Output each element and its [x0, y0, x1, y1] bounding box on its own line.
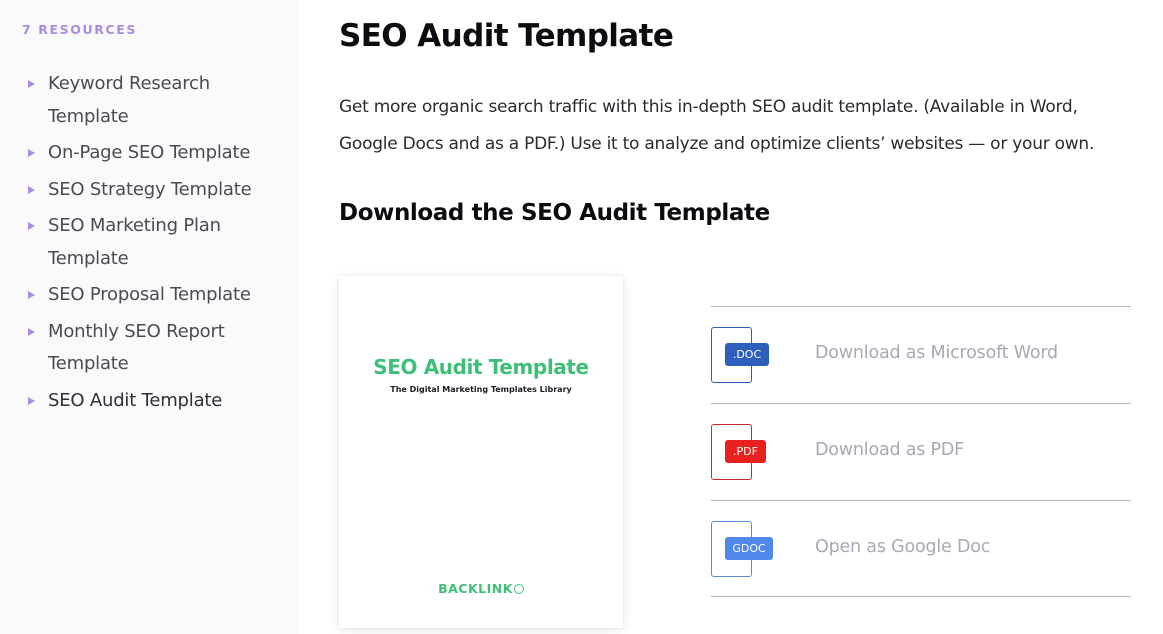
sidebar-item-label: On-Page SEO Template [48, 142, 251, 163]
triangle-bullet-icon [28, 149, 35, 157]
file-type-badge: .PDF [725, 440, 766, 463]
sidebar-item-seo-strategy[interactable]: SEO Strategy Template [0, 174, 297, 207]
sidebar-item-seo-audit[interactable]: SEO Audit Template [0, 385, 297, 418]
triangle-bullet-icon [28, 327, 35, 336]
google-doc-icon: GDOC [711, 521, 773, 577]
template-cover-preview: SEO Audit Template The Digital Marketing… [339, 276, 623, 628]
cover-subtitle: The Digital Marketing Templates Library [390, 385, 572, 394]
triangle-bullet-icon [28, 291, 35, 299]
open-google-doc-link[interactable]: GDOC Open as Google Doc [711, 500, 1131, 597]
resource-list: Keyword Research Template On-Page SEO Te… [0, 68, 297, 421]
word-doc-icon: .DOC [711, 327, 771, 383]
sidebar-item-on-page-seo[interactable]: On-Page SEO Template [0, 137, 297, 170]
sidebar-item-keyword-research[interactable]: Keyword Research Template [0, 68, 297, 133]
logo-circle-icon [513, 584, 524, 594]
triangle-bullet-icon [28, 396, 35, 405]
download-label: Download as Microsoft Word [815, 343, 1058, 363]
logo-text: BACKLINK [438, 581, 513, 596]
download-section-title: Download the SEO Audit Template [339, 200, 770, 226]
sidebar-item-label: SEO Proposal Template [48, 284, 251, 305]
sidebar-item-label: SEO Marketing Plan Template [48, 215, 221, 269]
sidebar-item-label: SEO Strategy Template [48, 178, 252, 200]
download-options: .DOC Download as Microsoft Word .PDF Dow… [711, 306, 1131, 597]
backlinko-logo: BACKLINK [339, 581, 623, 596]
intro-paragraph: Get more organic search traffic with thi… [339, 97, 1095, 154]
sidebar-item-label: Keyword Research Template [48, 73, 210, 127]
download-word-link[interactable]: .DOC Download as Microsoft Word [711, 306, 1131, 403]
sidebar-item-seo-proposal[interactable]: SEO Proposal Template [0, 279, 297, 312]
sidebar: 7 RESOURCES Keyword Research Template On… [0, 0, 297, 634]
page-title: SEO Audit Template [339, 18, 674, 54]
resources-count-heading: 7 RESOURCES [22, 22, 137, 37]
cover-title: SEO Audit Template [373, 355, 589, 379]
file-type-badge: .DOC [725, 343, 769, 366]
triangle-bullet-icon [28, 222, 35, 230]
download-label: Open as Google Doc [815, 537, 991, 557]
triangle-bullet-icon [28, 185, 35, 194]
file-type-badge: GDOC [725, 537, 773, 560]
sidebar-item-seo-marketing-plan[interactable]: SEO Marketing Plan Template [0, 210, 297, 275]
sidebar-item-monthly-seo-report[interactable]: Monthly SEO Report Template [0, 316, 297, 381]
pdf-file-icon: .PDF [711, 424, 771, 480]
sidebar-item-label: SEO Audit Template [48, 389, 223, 411]
download-label: Download as PDF [815, 440, 965, 460]
triangle-bullet-icon [28, 80, 35, 88]
sidebar-item-label: Monthly SEO Report Template [48, 320, 225, 375]
download-pdf-link[interactable]: .PDF Download as PDF [711, 403, 1131, 500]
